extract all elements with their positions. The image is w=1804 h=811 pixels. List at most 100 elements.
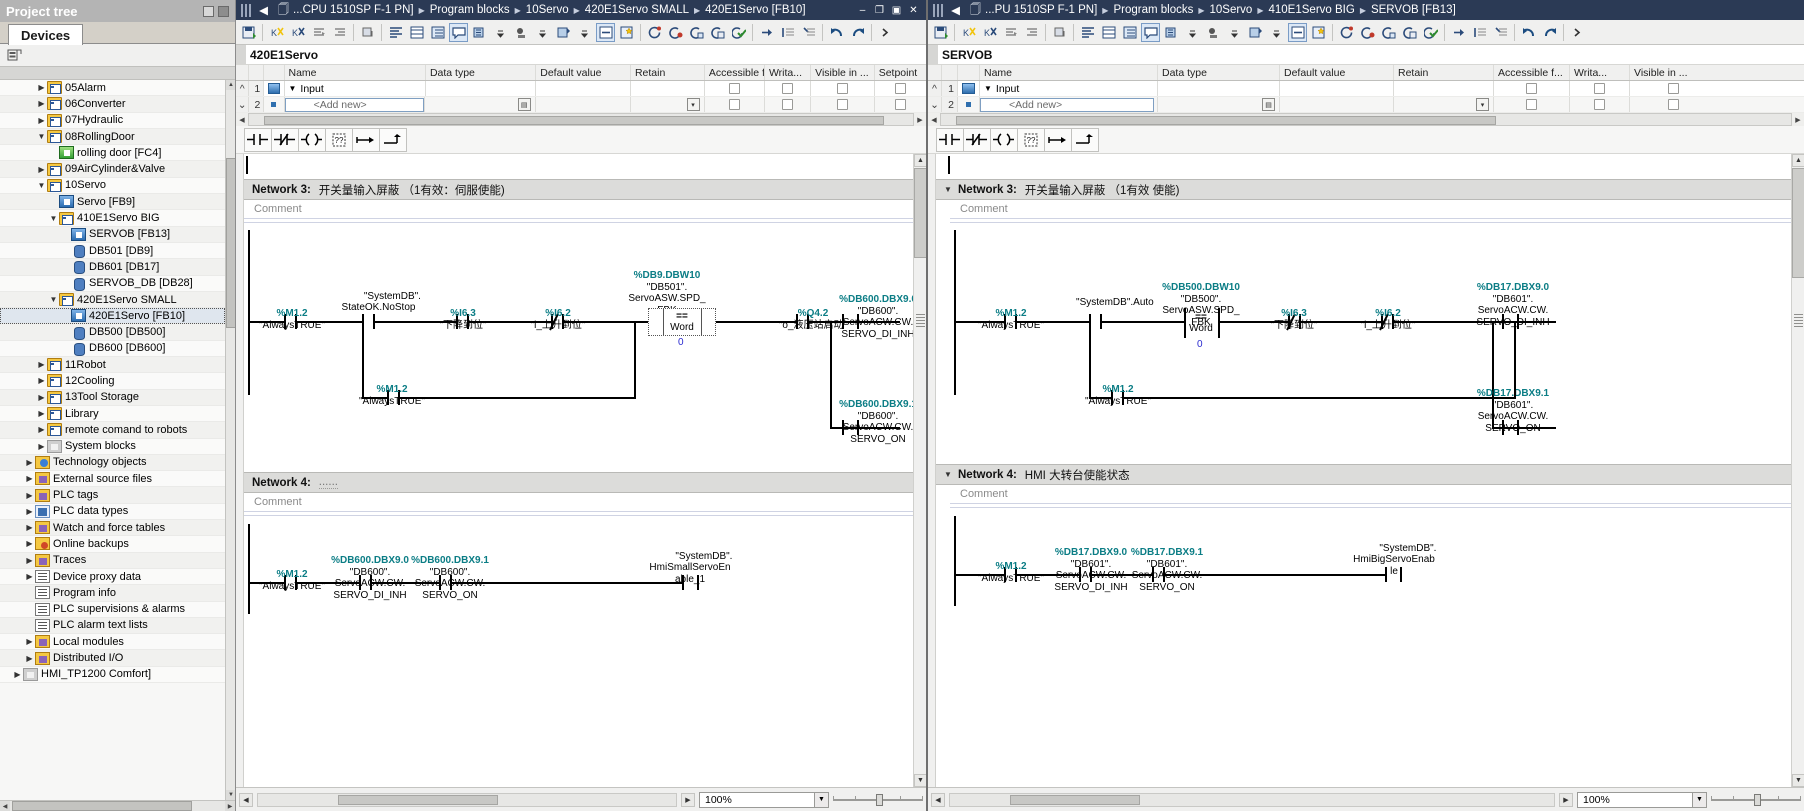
left-col-setpoint[interactable]: Setpoint [875,65,926,80]
fav-nc-contact-right[interactable] [963,127,991,152]
tree-expand-arrow-icon[interactable]: ▶ [36,425,47,434]
right-iface-scroll-left[interactable]: ◀ [928,113,941,126]
right-row1-writable-checkbox[interactable] [1570,81,1630,96]
left-canvas-splitter-grip[interactable] [916,314,925,328]
tree-expand-arrow-icon[interactable]: ▶ [36,360,47,369]
watch-icon[interactable] [687,23,706,42]
left-editor-title-bar[interactable]: ◀ 🗍 ...CPU 1510SP F-1 PN] ▶ Program blocks… [236,0,926,20]
tree-expand-arrow-icon[interactable]: ▶ [36,376,47,385]
tree-expand-arrow-icon[interactable]: ▶ [36,393,47,402]
tree-expand-arrow-icon[interactable]: ▶ [36,165,47,174]
tree-item-db600-db600[interactable]: DB600 [DB600] [0,340,225,358]
right-row1-retain[interactable] [1394,81,1494,96]
left-col-default-value[interactable]: Default value [536,65,631,80]
align-icon[interactable] [1078,23,1097,42]
left-network3-comment[interactable]: Comment [244,200,913,219]
right-col-data-type[interactable]: Data type [1158,65,1280,80]
tree-collapse-arrow-icon[interactable]: ▼ [36,181,47,190]
fav-no-contact-right[interactable] [936,127,964,152]
left-row1-name[interactable]: ▼ Input [285,81,426,96]
monitor-icon[interactable] [1337,23,1356,42]
breadcrumb-item[interactable]: ...PU 1510SP F-1 PN] [985,4,1097,16]
left-status-hscroll-thumb[interactable] [338,794,498,805]
right-col-default-value[interactable]: Default value [1280,65,1394,80]
right-pin-icon[interactable]: 🗍 [970,1,981,20]
fav-close-branch-right[interactable] [1071,127,1099,152]
tree-item-08rollingdoor[interactable]: ▼ 08RollingDoor [0,128,225,146]
bookmark2-icon[interactable] [799,23,818,42]
tree-horizontal-scrollbar[interactable]: ◀ ▶ [0,800,235,811]
collapse-all-icon[interactable] [1288,22,1307,42]
save-icon[interactable] [931,23,950,42]
tree-expand-arrow-icon[interactable]: ▶ [24,491,35,500]
tree-item-09aircylinder-valve[interactable]: ▶ 09AirCylinder&Valve [0,161,225,178]
right-network3-comment[interactable]: Comment [950,200,1791,219]
fav-coil-left[interactable] [298,127,326,152]
comment-icon[interactable] [1141,22,1160,42]
right-col-retain[interactable]: Retain [1394,65,1494,80]
left-col-writable[interactable]: Writa... [765,65,812,80]
tree-item-remote-comand-to-robots[interactable]: ▶ remote comand to robots [0,422,225,439]
tree-item-system-blocks[interactable]: ▶ System blocks [0,438,225,455]
right-zoom-slider-knob[interactable] [1754,793,1761,806]
left-zoom-slider-knob[interactable] [876,793,883,806]
right-network4-comment[interactable]: Comment [950,485,1791,504]
check-icon[interactable] [1421,23,1440,42]
tree-expand-arrow-icon[interactable]: ▶ [24,523,35,532]
more-icon[interactable] [876,23,895,42]
right-zoom-dropdown-arrow[interactable]: ▼ [1692,792,1706,807]
right-row1-name[interactable]: ▼ Input [980,81,1158,96]
right-canvas-splitter-grip[interactable] [1794,314,1803,328]
tree-item-plc-tags[interactable]: ▶ PLC tags [0,487,225,504]
breadcrumb-item[interactable]: 410E1Servo BIG [1269,4,1355,16]
outdent-icon[interactable] [330,23,349,42]
download-icon[interactable] [1050,23,1069,42]
tree-item-device-proxy-data[interactable]: ▶ Device proxy data [0,568,225,586]
breadcrumb-item[interactable]: 420E1Servo [FB10] [705,4,805,16]
left-canvas-vscrollbar[interactable]: ▲ ▼ [913,154,926,787]
offline-dd-icon[interactable] [533,23,552,42]
right-window-back-icon[interactable]: ◀ [949,4,962,17]
fav-close-branch-left[interactable] [379,127,407,152]
fav-nc-contact-left[interactable] [271,127,299,152]
right-col-accessible[interactable]: Accessible f... [1494,65,1570,80]
favorites-icon[interactable] [617,23,636,42]
paste-network-icon[interactable]: K [288,23,307,42]
tree-item-12cooling[interactable]: ▶ 12Cooling [0,373,225,390]
monitor-stop-icon[interactable] [666,23,685,42]
fav-no-contact-left[interactable] [244,127,272,152]
right-n3-compare-value[interactable]: 0 [1197,339,1203,350]
tree-expand-arrow-icon[interactable]: ▶ [24,507,35,516]
tree-hscroll-thumb[interactable] [12,801,192,811]
right-zoom-slider[interactable] [1711,793,1801,807]
right-col-visible[interactable]: Visible in ... [1630,65,1716,80]
right-network4-collapse-icon[interactable]: ▼ [944,470,958,479]
left-canvas-scroll-thumb[interactable] [914,168,926,258]
left-col-accessible[interactable]: Accessible f... [705,65,765,80]
right-iface-hscroll-thumb[interactable] [956,116,1496,125]
crossref-icon[interactable] [554,23,573,42]
monitor-stop-icon[interactable] [1358,23,1377,42]
breadcrumb-item[interactable]: Program blocks [1113,4,1193,16]
tree-item-library[interactable]: ▶ Library [0,405,225,423]
right-row1-visible-checkbox[interactable] [1630,81,1716,96]
right-canvas-scroll-down[interactable]: ▼ [1792,774,1804,787]
cut-network-icon[interactable]: K [267,23,286,42]
offline-dd-icon[interactable] [1225,23,1244,42]
crossref-icon[interactable] [1246,23,1265,42]
left-row2-default-value[interactable] [536,97,631,112]
tree-scroll-down-arrow[interactable]: ▼ [226,790,235,800]
align-icon[interactable] [386,23,405,42]
tree-item-13tool-storage[interactable]: ▶ 13Tool Storage [0,389,225,406]
crossref-dd-icon[interactable] [1267,23,1286,42]
pin-pane-icon[interactable] [218,5,229,17]
tree-item-technology-objects[interactable]: ▶ Technology objects [0,454,225,472]
left-zoom-dropdown-arrow[interactable]: ▼ [814,792,828,807]
offline-icon[interactable] [1204,23,1223,42]
left-interface-hscrollbar[interactable]: ◀ ▶ [236,113,926,126]
prev-icon[interactable] [827,23,846,42]
tree-collapse-arrow-icon[interactable]: ▼ [48,214,59,223]
right-editor-title-bar[interactable]: ◀ 🗍 ...PU 1510SP F-1 PN] ▶ Program blocks ▶… [928,0,1804,20]
save-icon[interactable] [239,23,258,42]
left-row2-accessible-checkbox[interactable] [705,97,765,112]
